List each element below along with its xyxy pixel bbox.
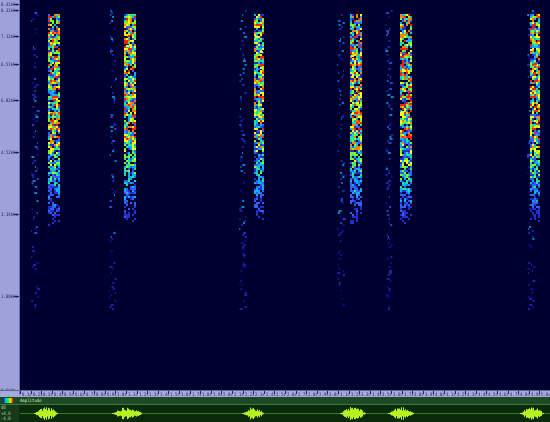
spectrogram-view[interactable] [20, 0, 550, 390]
time-tick [296, 391, 297, 394]
time-tick [31, 391, 32, 394]
waveform-burst [340, 406, 366, 421]
time-tick [349, 391, 350, 394]
time-tick [158, 391, 159, 394]
freq-tick [14, 100, 19, 101]
time-tick [168, 391, 169, 394]
spectrogram-background [20, 0, 550, 390]
freq-tick [14, 214, 19, 215]
waveform-scale: dB +4.8 -4.8 [0, 405, 19, 422]
waveform-scale-min: -4.8 [1, 416, 11, 421]
time-tick [391, 391, 392, 394]
waveform-burst [242, 407, 264, 420]
time-tick [465, 391, 466, 394]
waveform-burst [112, 407, 142, 420]
time-tick [274, 391, 275, 394]
freq-tick [14, 4, 19, 5]
freq-tick [14, 152, 19, 153]
freq-tick [14, 296, 19, 297]
time-tick [412, 391, 413, 394]
time-tick [402, 391, 403, 394]
waveform-header: Amplitude [0, 397, 550, 405]
time-tick [190, 391, 191, 394]
time-tick [539, 391, 540, 394]
waveform-burst [388, 407, 414, 420]
time-tick [147, 391, 148, 394]
time-tick [200, 391, 201, 394]
time-tick [73, 391, 74, 394]
freq-tick [14, 64, 19, 65]
time-tick [338, 391, 339, 394]
time-tick [62, 391, 63, 394]
time-tick [433, 391, 434, 394]
time-tick [380, 391, 381, 394]
time-tick [243, 391, 244, 394]
time-tick [179, 391, 180, 394]
time-tick [115, 391, 116, 394]
spectrogram-canvas [20, 0, 550, 390]
time-tick [455, 391, 456, 394]
waveform-panel: Amplitude dB +4.8 -4.8 [0, 397, 550, 422]
time-tick [317, 391, 318, 394]
spectrogram-app: 8.41kHz 8.31kHz 7.12kHz 6.51kHz 6.02kHz 4.52k… [0, 0, 550, 422]
time-tick [232, 391, 233, 394]
frequency-axis: 8.41kHz 8.31kHz 7.12kHz 6.51kHz 6.02kHz 4.52k… [0, 0, 20, 394]
time-tick [211, 391, 212, 394]
time-tick [52, 391, 53, 394]
time-tick [84, 391, 85, 394]
time-tick [285, 391, 286, 394]
time-tick [423, 391, 424, 394]
color-scale-swatch [3, 398, 13, 403]
time-tick [41, 391, 42, 394]
time-tick [476, 391, 477, 394]
time-tick [327, 391, 328, 394]
freq-tick [14, 36, 19, 37]
time-tick [253, 391, 254, 394]
waveform-burst [520, 407, 544, 420]
time-tick [137, 391, 138, 394]
waveform-canvas [20, 406, 550, 421]
time-tick [497, 391, 498, 394]
time-tick [370, 391, 371, 394]
waveform-view[interactable] [20, 405, 550, 422]
waveform-title: Amplitude [20, 398, 42, 403]
time-tick [94, 391, 95, 394]
time-tick [486, 391, 487, 394]
time-tick [529, 391, 530, 394]
time-tick [221, 391, 222, 394]
time-tick [508, 391, 509, 394]
time-tick [20, 391, 21, 394]
time-tick [105, 391, 106, 394]
time-tick [306, 391, 307, 394]
time-tick [444, 391, 445, 394]
waveform-burst [34, 407, 58, 420]
time-tick [126, 391, 127, 394]
time-tick [518, 391, 519, 394]
time-tick [359, 391, 360, 394]
waveform-scale-unit: dB [1, 405, 6, 410]
freq-tick [14, 10, 19, 11]
time-tick [264, 391, 265, 394]
